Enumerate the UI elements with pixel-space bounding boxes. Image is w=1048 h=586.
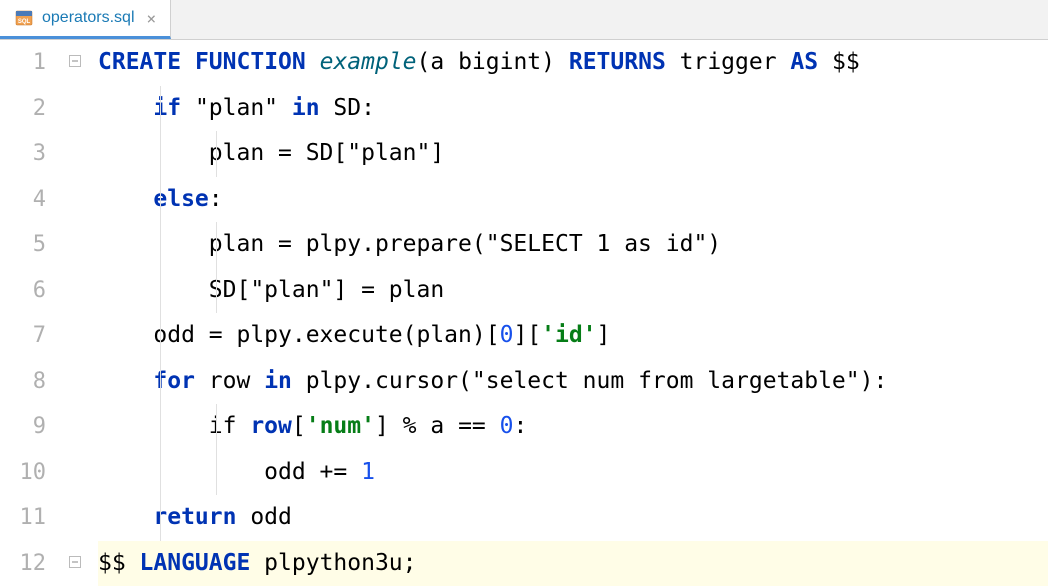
svg-text:SQL: SQL xyxy=(18,19,31,25)
code-content[interactable]: CREATE FUNCTION example(a bigint) RETURN… xyxy=(94,40,1048,586)
line-number: 9 xyxy=(0,404,46,450)
line-number: 10 xyxy=(0,450,46,496)
file-tab[interactable]: SQL operators.sql × xyxy=(0,0,171,39)
line-number-gutter: 1 2 3 4 5 6 7 8 9 10 11 12 xyxy=(0,40,58,586)
code-line: CREATE FUNCTION example(a bigint) RETURN… xyxy=(98,40,1048,86)
line-number: 8 xyxy=(0,359,46,405)
line-number: 7 xyxy=(0,313,46,359)
line-number: 3 xyxy=(0,131,46,177)
line-number: 4 xyxy=(0,177,46,223)
code-line: plan = plpy.prepare("SELECT 1 as id") xyxy=(98,222,1048,268)
sql-file-icon: SQL xyxy=(14,8,34,28)
code-line: $$ LANGUAGE plpython3u; xyxy=(98,541,1048,586)
fold-expand-icon[interactable] xyxy=(68,556,82,570)
line-number: 6 xyxy=(0,268,46,314)
fold-collapse-icon[interactable] xyxy=(68,55,82,69)
code-line: if "plan" in SD: xyxy=(98,86,1048,132)
tab-filename: operators.sql xyxy=(42,9,135,27)
close-icon[interactable]: × xyxy=(147,9,157,28)
line-number: 5 xyxy=(0,222,46,268)
code-line: odd += 1 xyxy=(98,450,1048,496)
line-number: 2 xyxy=(0,86,46,132)
tab-bar: SQL operators.sql × xyxy=(0,0,1048,40)
code-line: if row['num'] % a == 0: xyxy=(98,404,1048,450)
editor-area: 1 2 3 4 5 6 7 8 9 10 11 12 CREATE FUNCTI… xyxy=(0,40,1048,586)
fold-gutter xyxy=(58,40,94,586)
code-line: for row in plpy.cursor("select num from … xyxy=(98,359,1048,405)
code-line: plan = SD["plan"] xyxy=(98,131,1048,177)
line-number: 1 xyxy=(0,40,46,86)
code-line: SD["plan"] = plan xyxy=(98,268,1048,314)
line-number: 11 xyxy=(0,495,46,541)
code-line: return odd xyxy=(98,495,1048,541)
code-line: odd = plpy.execute(plan)[0]['id'] xyxy=(98,313,1048,359)
code-line: else: xyxy=(98,177,1048,223)
line-number: 12 xyxy=(0,541,46,586)
